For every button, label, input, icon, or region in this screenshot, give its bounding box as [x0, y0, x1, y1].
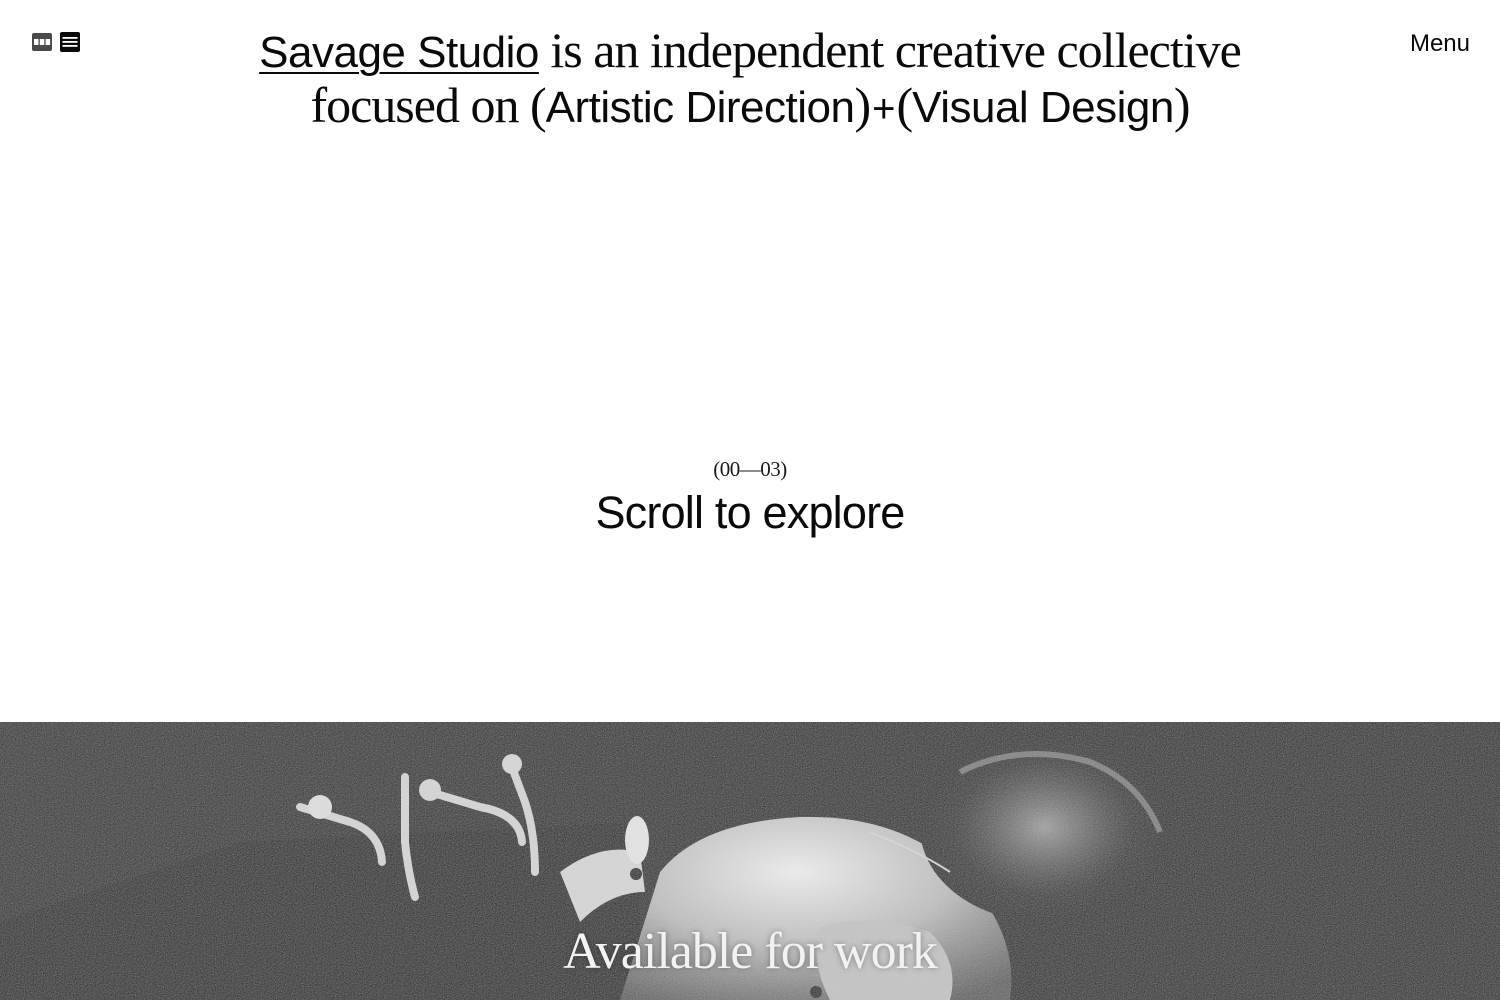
- available-for-work-caption[interactable]: Available for work: [0, 922, 1500, 982]
- plus-sign: +: [872, 87, 895, 131]
- view-toggle-group: [32, 32, 80, 52]
- hero-line2-prefix: focused on: [310, 77, 519, 133]
- close-paren: ): [1173, 77, 1191, 133]
- hero-heading: Savage Studio is an independent creative…: [200, 24, 1300, 135]
- list-view-icon[interactable]: [60, 32, 80, 52]
- close-paren: ): [854, 77, 871, 133]
- scroll-prompt: (00—03) Scroll to explore: [0, 456, 1500, 538]
- focus-artistic-direction: Artistic Direction: [545, 83, 855, 132]
- hero-line1-text: is an independent creative collective: [550, 22, 1241, 78]
- focus-visual-design: Visual Design: [912, 83, 1174, 132]
- slide-counter: (00—03): [713, 457, 787, 481]
- hero-photo: Available for work: [0, 722, 1500, 1000]
- grid-view-icon[interactable]: [32, 32, 52, 52]
- open-paren: (: [896, 77, 913, 133]
- scroll-to-explore-label: Scroll to explore: [595, 487, 905, 538]
- menu-button[interactable]: Menu: [1410, 30, 1470, 58]
- open-paren: (: [529, 77, 547, 133]
- studio-name-link[interactable]: Savage Studio: [259, 28, 539, 77]
